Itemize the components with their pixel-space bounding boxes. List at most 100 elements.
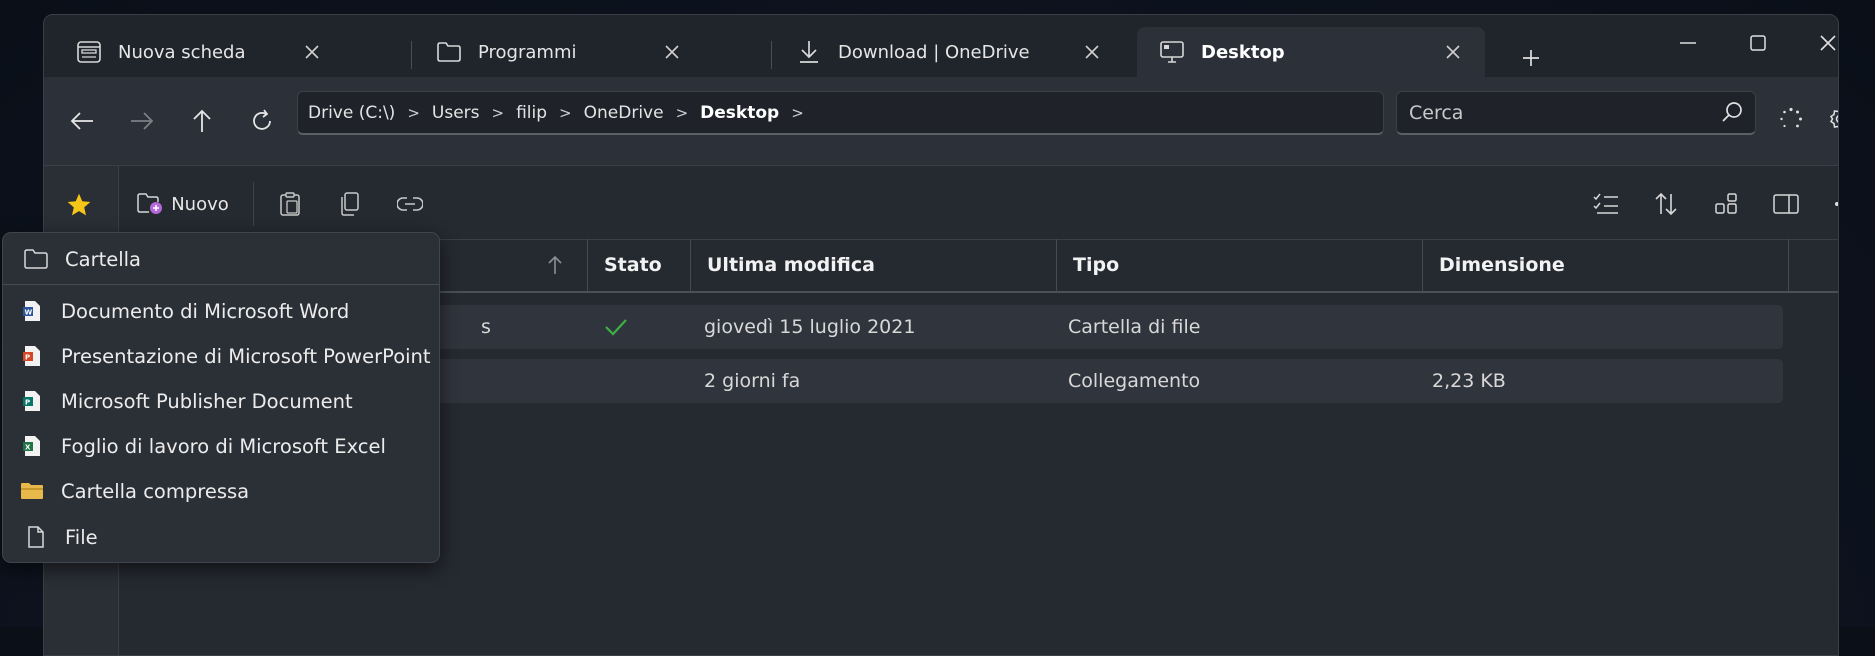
back-button[interactable]	[62, 101, 102, 141]
command-toolbar: Nuovo	[119, 166, 1838, 240]
tab-programmi[interactable]: Programmi	[414, 27, 704, 77]
synced-check-icon	[604, 305, 628, 349]
menu-item-excel[interactable]: X Foglio di lavoro di Microsoft Excel	[3, 425, 439, 467]
share-link-button[interactable]	[390, 184, 430, 224]
close-icon[interactable]	[1078, 38, 1106, 66]
column-header-dimensione[interactable]: Dimensione	[1439, 239, 1565, 291]
tab-download-onedrive[interactable]: Download | OneDrive	[774, 27, 1124, 77]
search-input[interactable]: Cerca	[1396, 91, 1756, 135]
checklist-icon	[1593, 193, 1618, 214]
svg-text:P: P	[25, 354, 30, 362]
tab-label: Desktop	[1201, 41, 1285, 63]
breadcrumb-item[interactable]: Users >	[432, 103, 516, 123]
sort-button[interactable]	[1646, 184, 1686, 224]
arrow-right-icon	[131, 112, 154, 130]
link-icon	[397, 197, 423, 211]
sort-ascending-icon[interactable]	[547, 255, 563, 279]
layout-button[interactable]	[1706, 184, 1746, 224]
favorites-star-icon[interactable]	[66, 192, 92, 222]
menu-item-publisher[interactable]: P Microsoft Publisher Document	[3, 380, 439, 422]
new-tab-button[interactable]	[1511, 38, 1551, 78]
navigation-bar: Drive (C:\) > Users > filip > OneDrive > Des…	[44, 77, 1838, 166]
more-options-button[interactable]	[1827, 184, 1838, 224]
arrow-up-icon	[193, 109, 211, 132]
clipboard-icon	[280, 192, 300, 216]
menu-divider	[3, 284, 439, 285]
plus-icon	[1523, 50, 1539, 66]
minimize-button[interactable]	[1658, 23, 1718, 63]
new-item-menu: Cartella W Documento di Microsoft Word P…	[2, 232, 440, 563]
preview-pane-button[interactable]	[1766, 184, 1806, 224]
refresh-button[interactable]	[242, 101, 282, 141]
file-icon	[21, 522, 51, 552]
newtab-icon	[74, 37, 104, 67]
close-icon[interactable]	[1439, 38, 1467, 66]
modified-date-cell: 2 giorni fa	[704, 370, 801, 392]
title-bar: Nuova scheda Programmi Download | OneDri…	[44, 15, 1838, 77]
select-mode-button[interactable]	[1586, 184, 1626, 224]
arrow-left-icon	[70, 112, 93, 130]
type-cell: Cartella di file	[1068, 316, 1201, 338]
size-cell: 2,23 KB	[1432, 370, 1506, 392]
status-center-button[interactable]	[1771, 99, 1811, 139]
settings-button[interactable]	[1820, 99, 1838, 139]
gear-icon	[1829, 110, 1838, 128]
tab-divider	[771, 41, 772, 69]
column-divider[interactable]	[690, 239, 691, 291]
close-icon[interactable]	[658, 38, 686, 66]
menu-item-word[interactable]: W Documento di Microsoft Word	[3, 290, 439, 332]
tab-label: Download | OneDrive	[838, 41, 1030, 63]
menu-item-powerpoint[interactable]: P Presentazione di Microsoft PowerPoint	[3, 335, 439, 377]
new-folder-icon	[137, 193, 163, 215]
publisher-icon: P	[17, 386, 47, 416]
forward-button[interactable]	[122, 101, 162, 141]
svg-text:P: P	[25, 399, 30, 407]
tab-nuova-scheda[interactable]: Nuova scheda	[54, 27, 344, 77]
column-header-ultima-modifica[interactable]: Ultima modifica	[707, 239, 875, 291]
sidebar-panel-icon	[1773, 194, 1799, 214]
menu-item-cartella[interactable]: Cartella	[3, 238, 439, 280]
powerpoint-icon: P	[17, 341, 47, 371]
svg-text:W: W	[25, 309, 33, 317]
svg-text:X: X	[25, 444, 31, 452]
breadcrumb-item[interactable]: filip >	[516, 103, 584, 123]
desktop-icon	[1157, 37, 1187, 67]
file-name-cell: s	[481, 316, 491, 338]
maximize-button[interactable]	[1728, 23, 1788, 63]
grid-layout-icon	[1715, 193, 1737, 214]
tab-desktop[interactable]: Desktop	[1137, 27, 1485, 77]
address-bar[interactable]: Drive (C:\) > Users > filip > OneDrive > Des…	[297, 91, 1384, 135]
refresh-icon	[253, 109, 271, 130]
paste-button[interactable]	[270, 184, 310, 224]
menu-item-file[interactable]: File	[3, 516, 439, 558]
column-divider[interactable]	[1788, 239, 1789, 291]
sort-arrows-icon	[1655, 192, 1677, 216]
column-divider[interactable]	[587, 239, 588, 291]
modified-date-cell: giovedì 15 luglio 2021	[704, 316, 916, 338]
search-icon[interactable]	[1721, 101, 1743, 128]
breadcrumb-item[interactable]: Drive (C:\) >	[308, 103, 432, 123]
tab-label: Programmi	[478, 41, 577, 63]
up-button[interactable]	[182, 101, 222, 141]
zip-folder-icon	[17, 476, 47, 506]
folder-icon	[434, 37, 464, 67]
copy-button[interactable]	[330, 184, 370, 224]
loading-dots-icon	[1780, 107, 1802, 128]
column-divider[interactable]	[1056, 239, 1057, 291]
breadcrumb-current[interactable]: Desktop >	[700, 103, 816, 123]
column-divider[interactable]	[1422, 239, 1423, 291]
close-window-button[interactable]	[1798, 23, 1838, 63]
breadcrumb-item[interactable]: OneDrive >	[584, 103, 701, 123]
new-button[interactable]: Nuovo	[137, 184, 229, 224]
word-icon: W	[17, 296, 47, 326]
column-header-stato[interactable]: Stato	[604, 239, 662, 291]
column-header-tipo[interactable]: Tipo	[1073, 239, 1119, 291]
close-icon[interactable]	[298, 38, 326, 66]
type-cell: Collegamento	[1068, 370, 1201, 392]
more-dots-icon	[1835, 202, 1838, 206]
menu-item-zip[interactable]: Cartella compressa	[3, 470, 439, 512]
toolbar-divider	[253, 182, 254, 226]
folder-icon	[21, 244, 51, 274]
tab-label: Nuova scheda	[118, 41, 246, 63]
tab-divider	[411, 41, 412, 69]
